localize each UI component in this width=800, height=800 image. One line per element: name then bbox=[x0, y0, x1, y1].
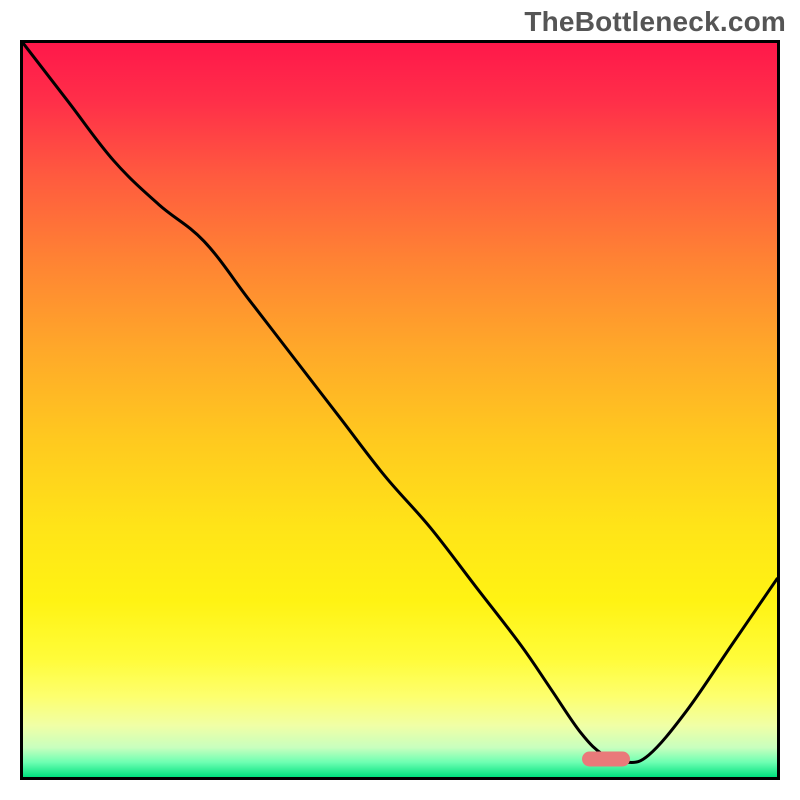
chart-container: TheBottleneck.com bbox=[0, 0, 800, 800]
watermark-text: TheBottleneck.com bbox=[524, 6, 786, 38]
optimal-marker bbox=[582, 751, 630, 766]
bottleneck-curve bbox=[23, 43, 777, 777]
plot-area bbox=[20, 40, 780, 780]
curve-path bbox=[23, 43, 777, 762]
